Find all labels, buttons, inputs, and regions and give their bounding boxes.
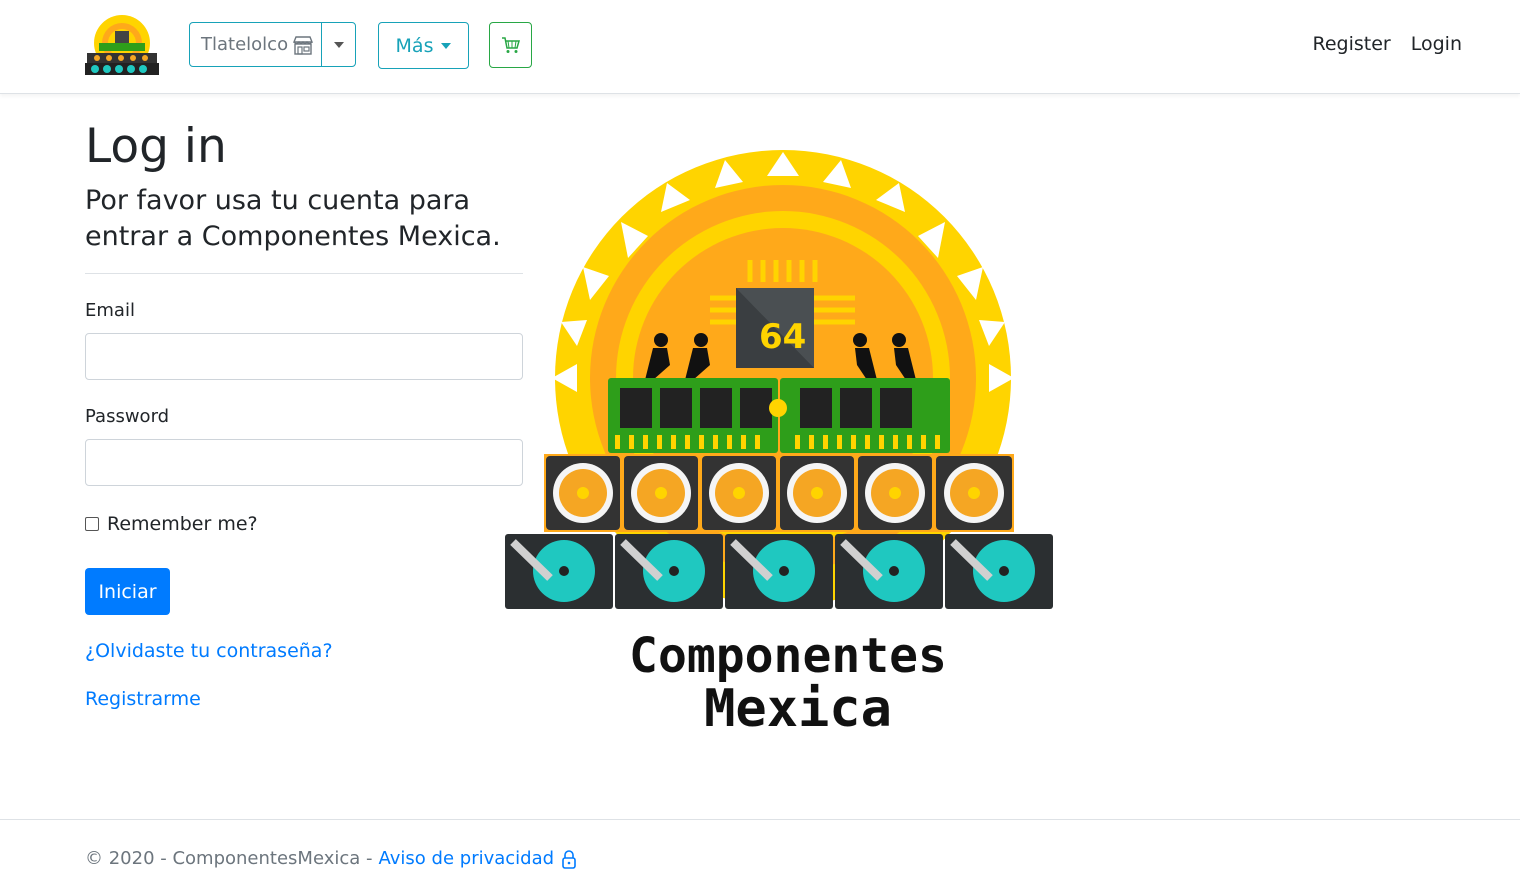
cart-button[interactable]	[489, 22, 532, 68]
forgot-password-link[interactable]: ¿Olvidaste tu contraseña?	[85, 640, 523, 662]
email-field[interactable]	[85, 333, 523, 380]
brand-logo[interactable]	[85, 13, 159, 77]
register-account-link[interactable]: Registrarme	[85, 688, 523, 710]
footer-copyright: © 2020 - ComponentesMexica -	[85, 848, 373, 869]
account-nav: Register Login	[1313, 33, 1463, 55]
lock-icon	[562, 849, 576, 869]
store-name: Tlatelolco	[201, 34, 289, 55]
hard-disks	[505, 534, 1053, 609]
divider	[85, 273, 523, 274]
footer: © 2020 - ComponentesMexica - Aviso de pr…	[0, 819, 1520, 894]
componentes-mexica-logo: 64 Componentes Mexica	[505, 150, 1053, 730]
store-selector: Tlatelolco	[189, 22, 356, 67]
password-label: Password	[85, 406, 170, 427]
remember-me-checkbox[interactable]	[85, 517, 99, 531]
email-label: Email	[85, 300, 135, 321]
login-link[interactable]: Login	[1411, 33, 1462, 55]
privacy-link[interactable]: Aviso de privacidad	[379, 848, 555, 869]
store-icon	[293, 35, 314, 55]
remember-me-label: Remember me?	[107, 513, 258, 535]
cart-icon	[501, 37, 520, 53]
page-subtitle: Por favor usa tu cuenta para entrar a Co…	[85, 185, 501, 252]
store-dropdown-toggle[interactable]	[322, 23, 355, 66]
login-submit-button[interactable]: Iniciar	[85, 568, 170, 615]
store-select-button[interactable]: Tlatelolco	[190, 23, 322, 66]
more-menu-button[interactable]: Más	[378, 22, 469, 69]
fans	[544, 454, 1014, 532]
chevron-down-icon	[441, 42, 452, 49]
remember-me: Remember me?	[85, 513, 523, 535]
more-menu-label: Más	[395, 34, 434, 57]
navbar: Tlatelolco Más Register Login	[0, 0, 1520, 94]
chip-label: 64	[759, 317, 806, 357]
logo-text-line2: Mexica	[704, 679, 892, 730]
logo-text-line1: Componentes	[629, 628, 947, 684]
footer-content: © 2020 - ComponentesMexica - Aviso de pr…	[85, 848, 578, 869]
page-title: Log in	[85, 119, 227, 174]
login-form: Log in Por favor usa tu cuenta para entr…	[85, 115, 523, 710]
chevron-down-icon	[333, 41, 344, 48]
password-field[interactable]	[85, 439, 523, 486]
register-link[interactable]: Register	[1313, 33, 1391, 55]
